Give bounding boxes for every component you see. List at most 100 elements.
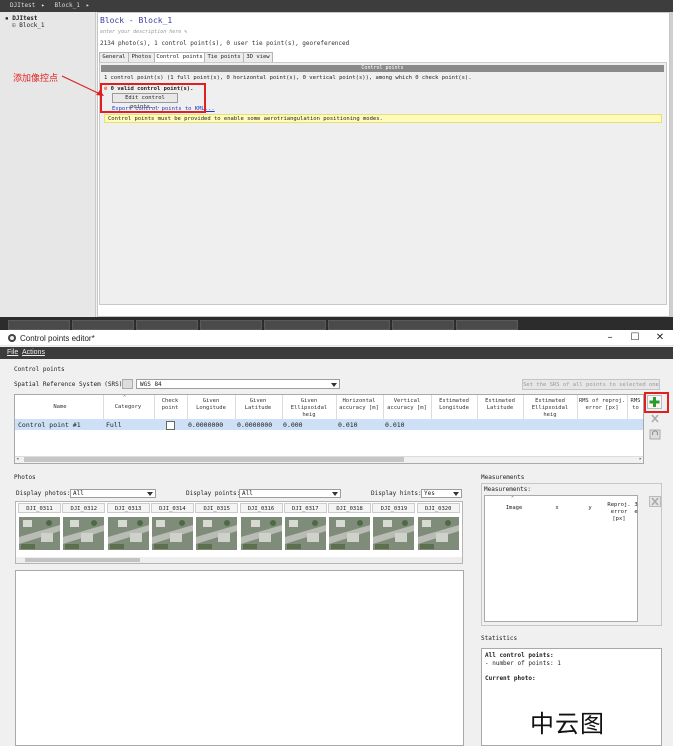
- cell-given-latitude[interactable]: 0.0000000: [237, 421, 272, 429]
- scroll-right-icon[interactable]: ▸: [639, 456, 642, 462]
- taskbar-item[interactable]: [456, 320, 518, 330]
- taskbar-item[interactable]: [8, 320, 70, 330]
- cell-given-longitude[interactable]: 0.0000000: [188, 421, 223, 429]
- photo-thumbnail-label: DJI_0320: [416, 503, 460, 513]
- aerial-photo-image: [107, 517, 149, 550]
- col-vertical-accuracy[interactable]: Vertical accuracy [m]: [384, 398, 430, 412]
- col-reproj-error[interactable]: Reproj. error [px]: [603, 502, 635, 523]
- block-summary: 2134 photo(s), 1 control point(s), 0 use…: [100, 40, 350, 47]
- col-rms-reprojection[interactable]: RMS of reproj. error [px]: [578, 398, 626, 412]
- photo-thumbnail-label: DJI_0319: [372, 503, 416, 513]
- col-estimated-height[interactable]: Estimated Ellipsoidal heig: [524, 398, 576, 419]
- edit-pencil-icon[interactable]: ✎: [184, 29, 187, 35]
- col-estimated-longitude[interactable]: Estimated Longitude: [432, 398, 476, 412]
- aerial-photo-image: [196, 517, 238, 550]
- taskbar-item[interactable]: [328, 320, 390, 330]
- tree-block[interactable]: ⊞ Block_1: [12, 22, 45, 29]
- col-rms-to[interactable]: RMS to: [628, 398, 643, 412]
- photo-thumbnail[interactable]: DJI_0312: [62, 502, 106, 558]
- highlight-box: [100, 83, 206, 113]
- photos-section-label: Photos: [14, 474, 36, 481]
- cell-category[interactable]: Full: [106, 421, 122, 429]
- photo-thumbnail[interactable]: DJI_0315: [195, 502, 239, 558]
- scrollbar-thumb[interactable]: [24, 457, 404, 462]
- taskbar-item[interactable]: [72, 320, 134, 330]
- col-extra[interactable]: 3e: [632, 502, 640, 516]
- control-points-table: Name Category ^ Check point Given Longitud…: [14, 394, 644, 464]
- srs-select[interactable]: WGS 84: [136, 379, 340, 389]
- sort-asc-icon: ^: [511, 496, 515, 502]
- set-srs-all-button[interactable]: Set the SRS of all points to selected on…: [522, 379, 660, 390]
- tree-project[interactable]: ▪ DJItest: [5, 15, 38, 22]
- col-image[interactable]: Image: [499, 505, 529, 512]
- statistics-section-label: Statistics: [481, 635, 518, 642]
- annotation-label: 添加像控点: [13, 74, 59, 84]
- taskbar-item[interactable]: [136, 320, 198, 330]
- photo-thumbnail[interactable]: DJI_0319: [372, 502, 416, 558]
- col-x[interactable]: x: [547, 505, 567, 512]
- block-title: Block - Block_1: [100, 16, 173, 25]
- check-point-checkbox[interactable]: [166, 421, 175, 430]
- block-description[interactable]: enter your description here ✎: [100, 29, 187, 35]
- highlight-box: [644, 392, 669, 413]
- breadcrumb-project[interactable]: DJItest: [10, 2, 35, 9]
- scrollbar-thumb[interactable]: [25, 558, 140, 562]
- annotation-arrow-icon: [61, 75, 104, 96]
- photo-thumbnail-label: DJI_0316: [239, 503, 283, 513]
- photo-thumbnail-label: DJI_0318: [328, 503, 372, 513]
- sort-asc-icon: ^: [123, 395, 127, 401]
- aerial-photo-image: [19, 517, 60, 550]
- col-category[interactable]: Category: [107, 404, 149, 411]
- col-given-height[interactable]: Given Ellipsoidal heig: [283, 398, 335, 419]
- editor-titlebar[interactable]: [0, 330, 673, 346]
- photo-viewer[interactable]: [15, 570, 464, 746]
- photo-thumbnail[interactable]: DJI_0313: [106, 502, 150, 558]
- photo-thumbnail[interactable]: DJI_0314: [150, 502, 194, 558]
- display-points-value: All: [242, 490, 253, 497]
- photo-thumbnail[interactable]: DJI_0316: [239, 502, 283, 558]
- col-horizontal-accuracy[interactable]: Horizontal accuracy [m]: [337, 398, 381, 412]
- remove-measurement-icon[interactable]: [649, 496, 661, 507]
- photo-thumbnail[interactable]: DJI_0318: [328, 502, 372, 558]
- chevron-down-icon: [147, 492, 153, 496]
- refresh-icon[interactable]: [649, 429, 661, 440]
- col-y[interactable]: y: [581, 505, 599, 512]
- project-icon: ▪: [5, 15, 9, 22]
- srs-globe-icon[interactable]: [122, 379, 133, 389]
- photo-thumbnail[interactable]: DJI_0320: [416, 502, 460, 558]
- breadcrumb-block[interactable]: Block_1: [55, 2, 80, 9]
- cell-vertical-accuracy[interactable]: 0.010: [385, 421, 405, 429]
- menu-file[interactable]: File: [7, 347, 18, 359]
- display-photos-value: All: [73, 490, 84, 497]
- scroll-left-icon[interactable]: ◂: [16, 456, 19, 462]
- top-breadcrumb-bar: DJItest ▸ Block_1 ▸: [0, 0, 673, 12]
- maximize-icon[interactable]: ☐: [625, 331, 645, 344]
- minimize-icon[interactable]: –: [600, 331, 620, 344]
- col-given-latitude[interactable]: Given Latitude: [237, 398, 279, 412]
- col-check-point[interactable]: Check point: [155, 398, 185, 412]
- cell-horizontal-accuracy[interactable]: 0.010: [338, 421, 358, 429]
- col-given-longitude[interactable]: Given Longitude: [189, 398, 233, 412]
- menubar: File Actions: [0, 347, 673, 359]
- cell-given-height[interactable]: 0.000: [283, 421, 303, 429]
- remove-x-icon[interactable]: [649, 413, 661, 424]
- taskbar-item[interactable]: [200, 320, 262, 330]
- aerial-photo-image: [284, 517, 326, 550]
- taskbar-item[interactable]: [264, 320, 326, 330]
- col-estimated-latitude[interactable]: Estimated Latitude: [479, 398, 521, 412]
- photo-thumbnail-label: DJI_0315: [195, 503, 239, 513]
- display-hints-select[interactable]: Yes: [421, 489, 462, 498]
- menu-actions[interactable]: Actions: [22, 347, 45, 359]
- photo-thumbnail[interactable]: DJI_0311: [18, 502, 61, 558]
- photo-thumbnail[interactable]: DJI_0317: [283, 502, 327, 558]
- aerial-photo-image: [417, 517, 459, 550]
- close-icon[interactable]: ✕: [650, 331, 670, 344]
- taskbar-item[interactable]: [392, 320, 454, 330]
- cell-name[interactable]: Control point #1: [18, 421, 81, 429]
- col-name[interactable]: Name: [35, 404, 85, 411]
- app-icon: [8, 334, 16, 342]
- display-photos-select[interactable]: All: [70, 489, 156, 498]
- srs-label: Spatial Reference System (SRS):: [14, 381, 126, 388]
- display-points-select[interactable]: All: [239, 489, 341, 498]
- photo-thumbnail-label: DJI_0311: [18, 503, 61, 513]
